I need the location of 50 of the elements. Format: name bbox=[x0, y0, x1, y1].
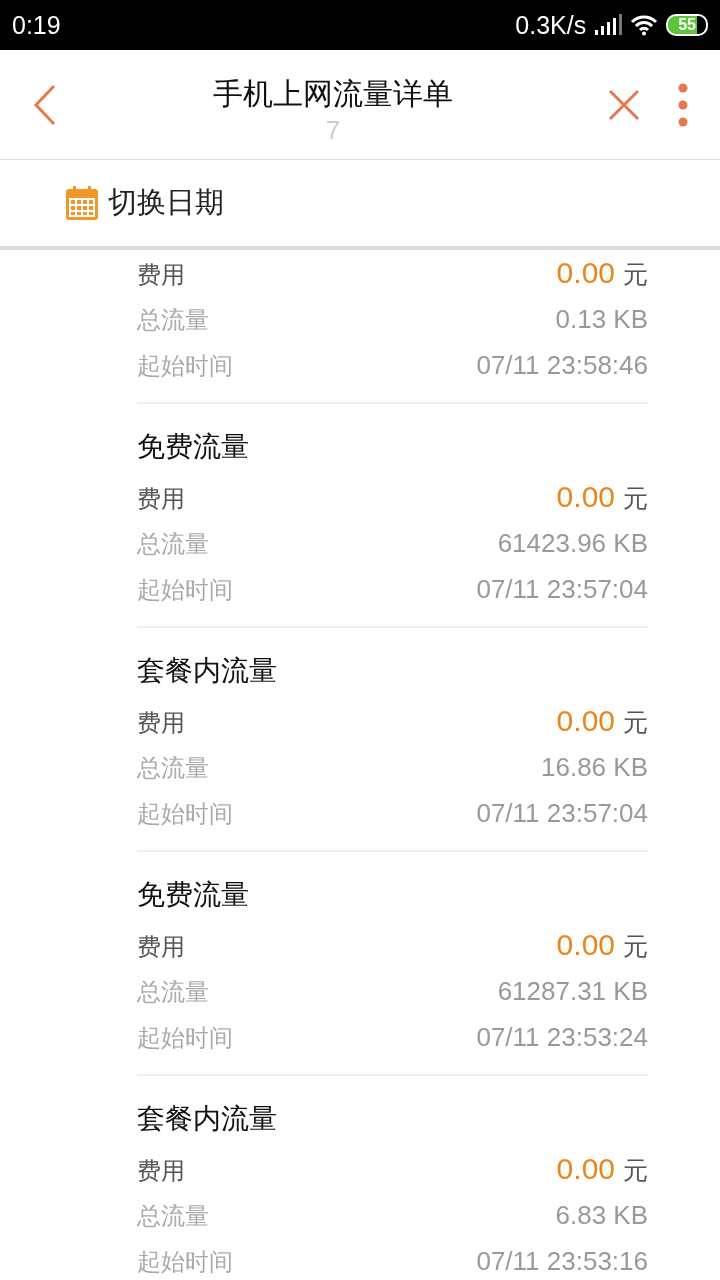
battery-indicator: 55 bbox=[666, 14, 708, 36]
record-title: 套餐内流量 bbox=[137, 1101, 278, 1137]
record-title: 免费流量 bbox=[137, 877, 250, 913]
fee-amount: 0.00 bbox=[556, 256, 615, 289]
total-label: 总流量 bbox=[137, 977, 209, 1008]
start-time-value: 07/11 23:57:04 bbox=[476, 797, 648, 830]
total-label: 总流量 bbox=[137, 1201, 209, 1232]
start-time-value: 07/11 23:57:04 bbox=[476, 573, 648, 606]
total-label: 总流量 bbox=[137, 305, 209, 336]
total-value: 61423.96 KB bbox=[497, 527, 648, 560]
switch-date-button[interactable]: 切换日期 bbox=[66, 183, 224, 223]
fee-amount: 0.00 bbox=[556, 704, 615, 737]
currency-unit: 元 bbox=[623, 260, 648, 289]
total-value: 16.86 KB bbox=[541, 751, 648, 784]
fee-amount: 0.00 bbox=[556, 480, 615, 513]
start-time-label: 起始时间 bbox=[137, 799, 233, 830]
calendar-icon bbox=[66, 186, 98, 220]
signal-icon bbox=[594, 14, 623, 36]
wifi-icon bbox=[630, 14, 659, 36]
start-time-value: 07/11 23:53:16 bbox=[476, 1245, 648, 1278]
fee-amount: 0.00 bbox=[556, 928, 615, 961]
start-time-label: 起始时间 bbox=[137, 1247, 233, 1278]
fee-label: 费用 bbox=[137, 1156, 185, 1187]
record-title: 套餐内流量 bbox=[137, 653, 278, 689]
total-label: 总流量 bbox=[137, 753, 209, 784]
fee-label: 费用 bbox=[137, 932, 185, 963]
start-time-value: 07/11 23:58:46 bbox=[476, 349, 648, 382]
fee-amount: 0.00 bbox=[556, 1152, 615, 1185]
fee-label: 费用 bbox=[137, 260, 185, 291]
back-icon[interactable] bbox=[32, 83, 58, 126]
total-value: 61287.31 KB bbox=[497, 975, 648, 1008]
clock: 0:19 bbox=[12, 10, 61, 40]
currency-unit: 元 bbox=[623, 708, 648, 737]
more-icon[interactable] bbox=[678, 82, 688, 127]
start-time-label: 起始时间 bbox=[137, 575, 233, 606]
total-value: 6.83 KB bbox=[555, 1199, 648, 1232]
network-speed: 0.3K/s bbox=[515, 10, 587, 40]
record-title: 免费流量 bbox=[137, 429, 250, 465]
start-time-label: 起始时间 bbox=[137, 1023, 233, 1054]
start-time-value: 07/11 23:53:24 bbox=[476, 1021, 648, 1054]
start-time-label: 起始时间 bbox=[137, 351, 233, 382]
close-icon[interactable] bbox=[608, 88, 640, 121]
fee-label: 费用 bbox=[137, 708, 185, 739]
page-title: 手机上网流量详单 bbox=[212, 74, 454, 113]
fee-label: 费用 bbox=[137, 484, 185, 515]
currency-unit: 元 bbox=[623, 932, 648, 961]
total-label: 总流量 bbox=[137, 529, 209, 560]
currency-unit: 元 bbox=[623, 1156, 648, 1185]
currency-unit: 元 bbox=[623, 484, 648, 513]
total-value: 0.13 KB bbox=[555, 303, 648, 336]
